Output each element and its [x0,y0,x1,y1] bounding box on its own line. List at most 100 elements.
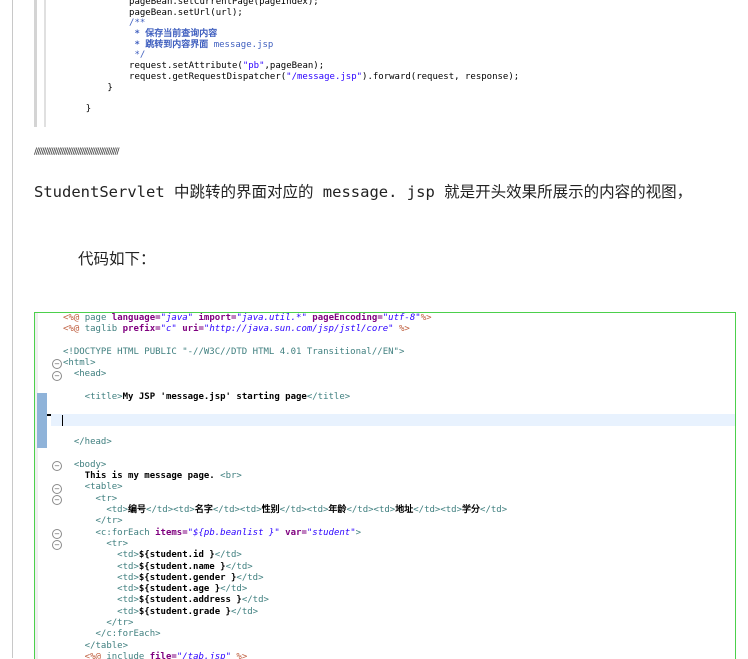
code-token: } [85,103,92,114]
code-token: * 跳转到内容界面 [134,39,214,50]
code-token: "/message.jsp" [286,71,363,82]
code-line: * 跳转到内容界面 message.jsp [64,40,519,51]
code-line: <title>My JSP 'message.jsp' starting pag… [63,392,507,403]
code-token: <c:forEach [63,527,156,538]
code-token: %> [420,313,432,323]
code-line: <td>${student.age }</td> [63,584,507,595]
fold-collapse-icon[interactable]: − [52,483,62,494]
code-token: "http://java.sun.com/jsp/jstl/core" [203,324,394,335]
code-token: </td> [214,550,242,561]
fold-collapse-icon[interactable]: − [52,540,62,550]
code-token: </table> [63,640,129,651]
code-token: 年龄 [328,505,347,516]
code-token: "c" [160,324,177,335]
paragraph-code-intro: 代码如下： [78,250,156,268]
code-token: <%@ [63,324,85,335]
code-token: <td> [63,550,139,561]
code-token: My JSP 'message.jsp' starting page [122,392,307,403]
code-token: ${student.grade } [138,606,231,617]
code-screenshot-servlet: pageBean.setCurrentPage(pageIndex); page… [34,0,734,127]
code-token: </td><td> [346,505,396,516]
code-token: 编号 [128,505,147,516]
code-screenshot-jsp: − − − − − − − <%@ page language="java" import=… [34,312,736,659]
code-token: <td> [63,505,129,516]
code-token: <title> [63,392,123,403]
code-token: language= [111,313,161,323]
code-token: </tr> [63,618,134,629]
code-line: <tr> [63,539,507,550]
code-token: items= [155,527,188,538]
code-token: <td> [63,606,139,617]
code-token: pageBean.setCurrentPage(pageIndex); [129,0,319,7]
gutter-bar [35,313,38,659]
code-token: <td> [63,561,139,572]
code-token: pageEncoding= [306,313,383,323]
code-token: <body> [63,459,107,470]
code-token: <td> [63,572,139,583]
fold-collapse-icon[interactable]: − [52,528,62,539]
code-line: /** [64,18,519,29]
code-token: 名字 [194,505,213,516]
code-line: </tr> [63,516,507,527]
code-token: </td> [480,505,508,516]
code-token: </td><td> [146,505,195,516]
code-token: /** [129,18,146,29]
left-page-rule [12,0,13,658]
code-line: <body> [63,460,507,471]
code-token: "pb" [242,61,265,72]
code-line: <%@ taglib prefix="c" uri="http://java.s… [63,324,507,335]
code-token: pageBean.setUrl(url); [129,7,243,18]
code-token: %> [393,324,410,335]
code-line: <td>${student.grade }</td> [63,607,507,618]
code-lines: pageBean.setCurrentPage(pageIndex); page… [64,0,519,115]
code-token: </td><td> [279,505,329,516]
code-line: </tr> [63,618,507,629]
code-token: </td> [225,561,253,572]
fold-collapse-icon[interactable]: − [52,460,62,471]
code-token: * 保存当前查询内容 [134,29,218,40]
code-line: <!DOCTYPE HTML PUBLIC "-//W3C//DTD HTML … [63,347,507,358]
code-line: * 保存当前查询内容 [64,29,519,40]
fold-collapse-icon[interactable]: − [52,494,62,505]
code-token: <html> [63,358,96,369]
code-line: <html> [63,358,507,369]
code-token: ${student.name } [138,561,226,572]
code-line: } [64,104,519,115]
code-token: ,pageBean); [264,61,325,72]
code-token: "java.util.*" [236,313,307,323]
code-token: var= [279,527,307,538]
code-token: </tr> [63,516,123,527]
code-token: request.getRequestDispatcher( [129,71,287,82]
code-token: <%@ [63,313,85,323]
paragraph-description: StudentServlet 中跳转的界面对应的 message. jsp 就是… [34,183,693,201]
code-token: ${student.age } [138,584,221,595]
fold-collapse-icon[interactable]: − [52,359,62,370]
code-token: 地址 [395,505,414,516]
fold-collapse-icon[interactable]: − [52,370,62,381]
code-line: <td>${student.id }</td> [63,550,507,561]
code-token: 性别 [261,505,280,516]
code-token: import= [193,313,237,323]
code-token: <!DOCTYPE HTML PUBLIC "-//W3C//DTD HTML … [63,346,405,357]
code-line: <td>${student.name }</td> [63,562,507,573]
code-token: </c:forEach> [63,629,161,640]
code-token: uri= [176,324,204,335]
code-line: <%@ page language="java" import="java.ut… [63,313,507,324]
code-line: */ [64,50,519,61]
code-line: request.setAttribute("pb",pageBean); [64,61,519,72]
code-token: "java" [160,313,194,323]
